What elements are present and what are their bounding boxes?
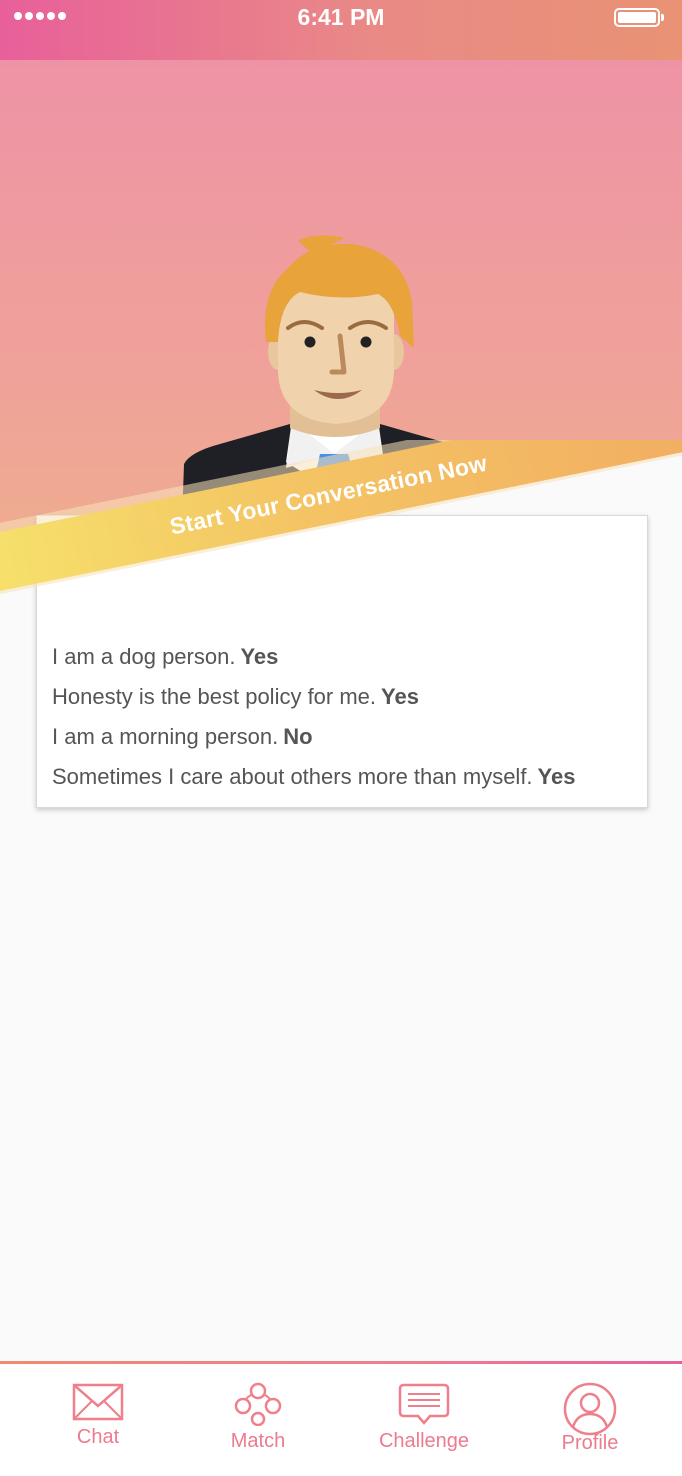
banner-container: Start Your Conversation Now	[0, 440, 682, 620]
status-bar: 6:41 PM	[0, 0, 682, 60]
list-item: Sometimes I care about others more than …	[52, 760, 652, 800]
tab-chat-label: Chat	[76, 1426, 120, 1448]
tab-chat[interactable]: Chat	[38, 1382, 158, 1449]
list-item: I am a morning person. No	[52, 720, 652, 760]
tab-challenge[interactable]: Challenge	[364, 1382, 484, 1453]
tab-challenge-label: Challenge	[378, 1430, 470, 1452]
answer-statement: Honesty is the best policy for me.	[52, 684, 377, 709]
list-item: Honesty is the best policy for me. Yes	[52, 680, 652, 720]
speech-bubble-icon	[398, 1383, 450, 1425]
list-item: I am a dog person. Yes	[52, 640, 652, 680]
bottom-tab-bar: Chat Match Challenge Profile	[0, 1361, 682, 1476]
answer-value: Yes	[240, 644, 279, 669]
tab-match-label: Match	[230, 1430, 286, 1452]
match-icon	[234, 1382, 282, 1426]
answers-list: I am a dog person. Yes Honesty is the bes…	[52, 640, 652, 800]
tab-match[interactable]: Match	[198, 1382, 318, 1453]
battery-icon	[614, 8, 664, 27]
answer-value: Yes	[381, 684, 419, 709]
answer-statement: I am a dog person.	[52, 644, 236, 669]
tab-profile-label: Profile	[561, 1432, 619, 1454]
tab-profile[interactable]: Profile	[530, 1382, 650, 1455]
answer-statement: Sometimes I care about others more than …	[52, 764, 533, 789]
envelope-icon	[72, 1383, 124, 1421]
status-time: 6:41 PM	[297, 4, 385, 30]
answer-value: Yes	[537, 764, 576, 789]
user-icon	[563, 1382, 617, 1436]
answer-statement: I am a morning person.	[52, 724, 279, 749]
answer-value: No	[283, 724, 313, 749]
